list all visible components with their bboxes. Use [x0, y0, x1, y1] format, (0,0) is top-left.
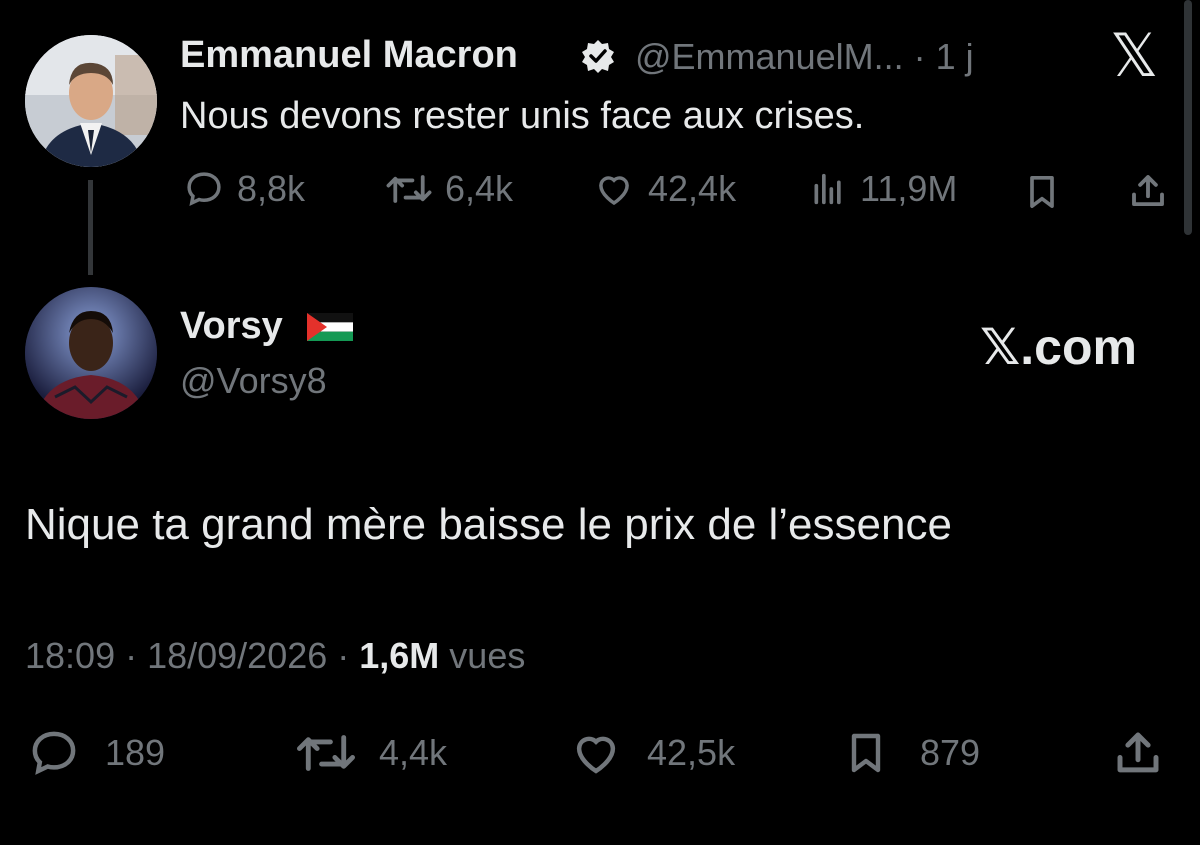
- retweet-icon: [385, 168, 433, 210]
- reply-like-button[interactable]: 42,5k: [567, 726, 735, 780]
- retweet-icon: [295, 726, 357, 780]
- reply-like-count: 42,5k: [647, 732, 736, 773]
- bookmark-icon[interactable]: [1022, 171, 1062, 213]
- bookmark-icon: [842, 726, 890, 780]
- verified-badge-icon: [580, 38, 616, 74]
- reply-views-count: 1,6M: [359, 635, 440, 676]
- reply-reply-button[interactable]: 189: [25, 726, 165, 780]
- original-retweet-count: 6,4k: [445, 168, 514, 209]
- reply-views-label: vues: [439, 635, 526, 676]
- scrollbar[interactable]: [1184, 0, 1192, 235]
- macron-avatar[interactable]: [25, 35, 157, 167]
- palestine-flag-icon: [307, 313, 353, 341]
- original-reply-count: 8,8k: [237, 168, 306, 209]
- reply-bookmark-count: 879: [920, 732, 981, 773]
- reply-handle[interactable]: @Vorsy8: [180, 360, 327, 402]
- reply-bookmark-button[interactable]: 879: [842, 726, 980, 780]
- reply-retweet-count: 4,4k: [379, 732, 448, 773]
- original-author-name[interactable]: Emmanuel Macron: [180, 34, 518, 77]
- original-views-count: 11,9M: [860, 168, 958, 209]
- original-views-button[interactable]: 11,9M: [808, 168, 957, 210]
- reply-icon: [183, 168, 225, 210]
- reply-retweet-button[interactable]: 4,4k: [295, 726, 447, 780]
- reply-icon: [25, 726, 83, 780]
- share-icon[interactable]: [1110, 726, 1166, 780]
- reply-meta: 18:09 · 18/09/2026 · 1,6M vues: [25, 635, 525, 677]
- original-like-button[interactable]: 42,4k: [592, 168, 736, 210]
- reply-tweet-text: Nique ta grand mère baisse le prix de l’…: [25, 500, 952, 549]
- reply-reply-count: 189: [105, 732, 166, 773]
- views-icon: [808, 168, 848, 210]
- xcom-watermark: 𝕏.com: [980, 319, 1137, 375]
- original-tweet-text: Nous devons rester unis face aux crises.: [180, 95, 865, 137]
- like-icon: [592, 168, 636, 210]
- vorsy-avatar[interactable]: [25, 287, 157, 419]
- original-like-count: 42,4k: [648, 168, 737, 209]
- original-handle-time: @EmmanuelM... · 1 j: [635, 36, 974, 77]
- original-retweet-button[interactable]: 6,4k: [385, 168, 513, 210]
- share-icon[interactable]: [1127, 170, 1169, 212]
- like-icon: [567, 726, 625, 780]
- x-logo-icon[interactable]: 𝕏: [1110, 26, 1158, 86]
- original-reply-button[interactable]: 8,8k: [183, 168, 305, 210]
- reply-author-name[interactable]: Vorsy: [180, 305, 283, 348]
- thread-connector-line: [88, 180, 93, 275]
- reply-timestamp: 18:09 · 18/09/2026 ·: [25, 635, 360, 676]
